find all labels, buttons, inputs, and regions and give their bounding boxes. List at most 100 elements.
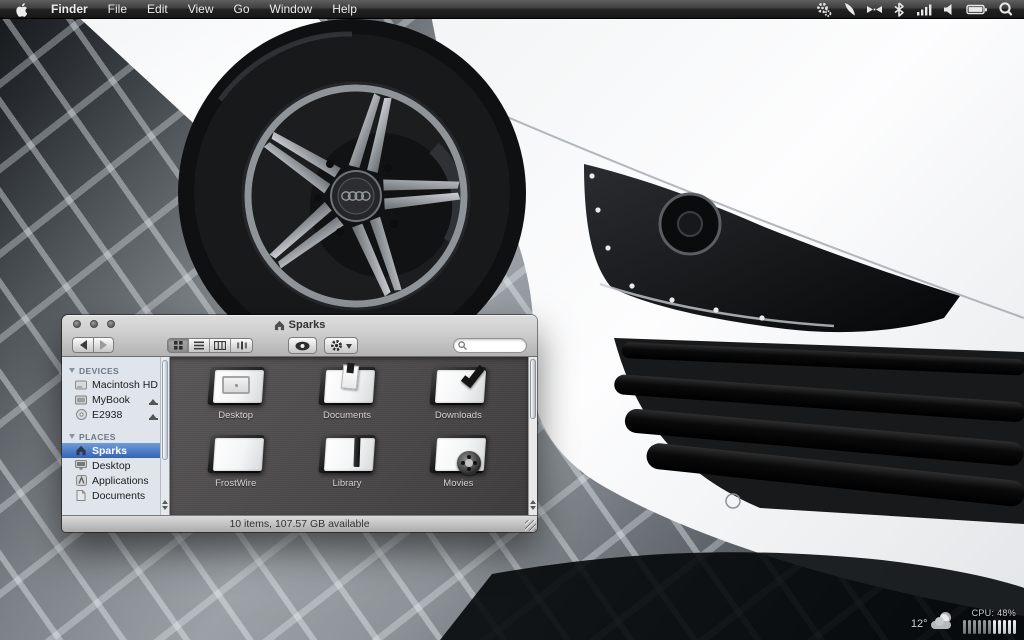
folder-content-area[interactable]: Desktop Documents Downloads FrostWire Li…: [170, 357, 528, 515]
menu-file[interactable]: File: [98, 0, 137, 18]
eject-icon[interactable]: [148, 395, 159, 405]
sidebar-item-desktop[interactable]: Desktop: [62, 458, 169, 473]
column-view-button[interactable]: [210, 339, 231, 352]
menu-edit[interactable]: Edit: [137, 0, 178, 18]
weather-widget: 12°: [911, 612, 953, 634]
apple-logo-icon: [16, 2, 27, 17]
sidebar-scrollbar[interactable]: [160, 357, 169, 515]
places-header-label: PLACES: [79, 431, 116, 442]
folder-icon-frostwire: [206, 435, 265, 473]
content-scrollbar-thumb[interactable]: [530, 359, 536, 419]
sidebar-item-label: Sparks: [92, 444, 128, 457]
cpu-meter: [962, 620, 1016, 634]
icon-view-button[interactable]: [168, 339, 189, 352]
chevron-down-icon: [346, 343, 352, 352]
status-bar: 10 items, 107.57 GB available: [62, 515, 537, 532]
home-icon: [75, 445, 87, 457]
action-button[interactable]: [324, 337, 358, 354]
car-rim: [241, 81, 471, 311]
sidebar-section-devices: DEVICES: [62, 364, 169, 377]
folder-label: Library: [332, 478, 362, 489]
internal-drive-icon: [75, 379, 87, 391]
folder-icon-desktop: [206, 367, 265, 405]
resize-grip[interactable]: [525, 520, 536, 531]
toolbar: [62, 334, 537, 358]
signal-bars-icon[interactable]: [915, 0, 933, 19]
apple-menu[interactable]: [14, 2, 27, 17]
external-drive-icon: [75, 394, 87, 406]
eject-icon[interactable]: [148, 410, 159, 420]
cpu-widget: CPU: 48%: [962, 608, 1016, 634]
folder-item-movies[interactable]: Movies: [403, 435, 514, 489]
sidebar-item-label: E2938: [92, 408, 123, 421]
cpu-label: CPU: 48%: [971, 608, 1016, 618]
folder-label: Downloads: [434, 410, 482, 421]
swoosh-icon[interactable]: [840, 0, 858, 19]
scroll-up-arrow[interactable]: [530, 497, 536, 504]
sidebar-item-label: Applications: [92, 474, 149, 487]
list-view-button[interactable]: [189, 339, 210, 352]
sidebar-item-label: Macintosh HD: [92, 378, 158, 391]
search-input[interactable]: [469, 340, 521, 351]
sidebar-item-applications[interactable]: Applications: [62, 473, 169, 488]
eye-icon: [295, 341, 310, 350]
folder-item-documents[interactable]: Documents: [291, 362, 402, 421]
menu-go[interactable]: Go: [224, 0, 260, 18]
back-button[interactable]: [72, 337, 93, 353]
sidebar-item-macintosh-hd[interactable]: Macintosh HD: [62, 377, 169, 392]
volume-icon[interactable]: [940, 0, 958, 19]
spotlight-icon[interactable]: [996, 0, 1014, 19]
coverflow-view-button[interactable]: [231, 339, 252, 352]
optical-disc-icon: [75, 409, 87, 421]
window-body: DEVICES Macintosh HD MyBook E2938 PLACES…: [62, 357, 537, 515]
quick-look-button[interactable]: [288, 337, 317, 354]
sidebar-item-label: MyBook: [92, 393, 130, 406]
window-header[interactable]: Sparks: [62, 315, 537, 357]
folder-icon-downloads: [429, 361, 487, 405]
forward-button[interactable]: [93, 337, 114, 353]
folder-item-desktop[interactable]: Desktop: [180, 367, 291, 421]
disclosure-triangle-icon[interactable]: [69, 367, 75, 376]
menu-help[interactable]: Help: [322, 0, 367, 18]
folder-label: Movies: [443, 478, 474, 489]
content-scrollbar-arrows: [529, 497, 537, 513]
folder-item-library[interactable]: Library: [291, 435, 402, 489]
scroll-up-arrow[interactable]: [162, 497, 168, 504]
bluetooth-icon[interactable]: [890, 0, 908, 19]
finder-window: Sparks DEVICES Macintosh HD MyBook E2938…: [62, 315, 537, 532]
content-scrollbar[interactable]: [528, 357, 537, 515]
temperature-label: 12°: [910, 618, 928, 630]
menu-window[interactable]: Window: [260, 0, 323, 18]
menu-finder[interactable]: Finder: [41, 0, 98, 18]
menu-list: Finder File Edit View Go Window Help: [41, 0, 367, 18]
folder-item-frostwire[interactable]: FrostWire: [180, 435, 291, 489]
sidebar: DEVICES Macintosh HD MyBook E2938 PLACES…: [62, 357, 170, 515]
scroll-down-arrow[interactable]: [530, 506, 536, 513]
gears-icon[interactable]: [815, 0, 833, 19]
status-bar-text: 10 items, 107.57 GB available: [229, 518, 370, 530]
desktop-icon: [75, 460, 87, 472]
sidebar-item-label: Documents: [92, 489, 146, 502]
sidebar-item-mybook[interactable]: MyBook: [62, 392, 169, 407]
folder-icon-movies: [429, 435, 487, 475]
forward-icon: [100, 340, 107, 350]
sidebar-section-places: PLACES: [62, 430, 169, 443]
search-icon: [458, 341, 467, 350]
view-switcher: [167, 338, 253, 353]
folder-item-downloads[interactable]: Downloads: [403, 361, 514, 421]
scroll-down-arrow[interactable]: [162, 506, 168, 513]
battery-icon[interactable]: [965, 0, 989, 19]
documents-icon: [75, 490, 87, 502]
gear-icon: [331, 340, 342, 351]
sidebar-scrollbar-thumb[interactable]: [162, 360, 168, 460]
sidebar-item-documents[interactable]: Documents: [62, 488, 169, 503]
disclosure-triangle-icon[interactable]: [69, 433, 75, 442]
mirroring-icon[interactable]: [865, 0, 883, 19]
sidebar-item-e2938[interactable]: E2938: [62, 407, 169, 422]
column-view-icon: [214, 341, 226, 350]
sidebar-item-sparks[interactable]: Sparks: [62, 443, 169, 458]
moon-cloud-icon: [930, 612, 953, 630]
menu-view[interactable]: View: [178, 0, 224, 18]
folder-icon-documents: [318, 362, 376, 405]
search-field: [453, 338, 527, 353]
